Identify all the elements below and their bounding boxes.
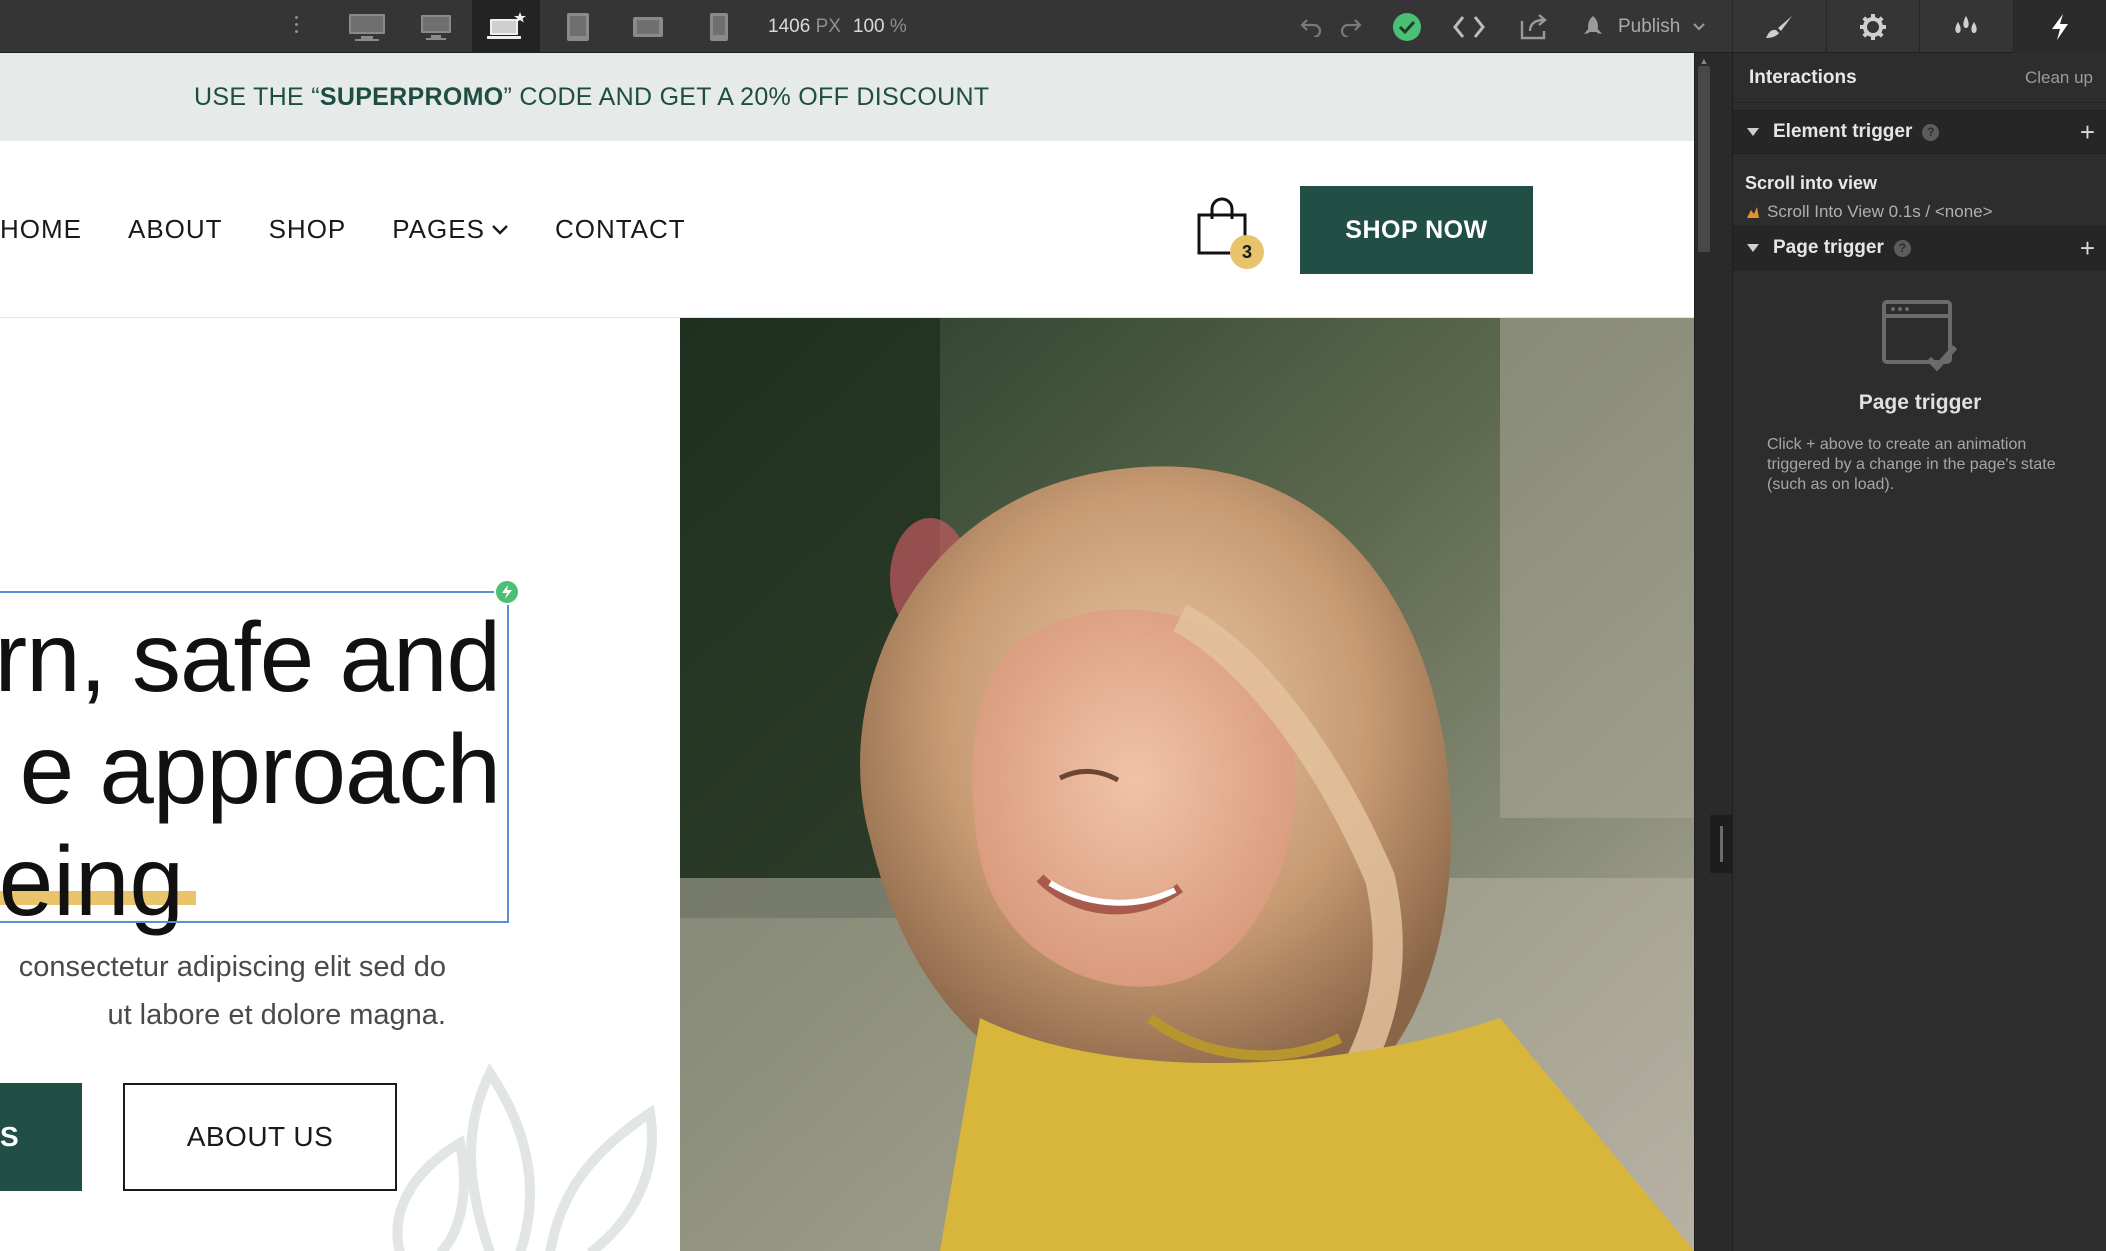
browser-check-icon bbox=[1882, 300, 1958, 372]
nav-link-pages[interactable]: PAGES bbox=[392, 214, 509, 245]
redo-icon bbox=[1340, 18, 1362, 37]
trigger-item-scroll-into-view[interactable]: Scroll into view Scroll Into View 0.1s /… bbox=[1733, 159, 2106, 227]
hero-paragraph: consectetur adipiscing elit sed do ut la… bbox=[18, 951, 446, 1031]
site-status-button[interactable] bbox=[1390, 0, 1424, 53]
laptop-star-icon bbox=[487, 11, 526, 39]
tablet-icon bbox=[567, 12, 589, 41]
scrollbar-thumb[interactable] bbox=[1698, 66, 1710, 252]
add-page-trigger-button[interactable]: + bbox=[2080, 235, 2095, 261]
interactions-panel: Interactions Clean up Element trigger ? … bbox=[1732, 53, 2106, 1251]
collapse-triangle-icon[interactable] bbox=[1747, 244, 1759, 252]
chevron-down-icon bbox=[1693, 22, 1706, 30]
hero-primary-button[interactable]: S bbox=[0, 1083, 82, 1191]
about-us-button[interactable]: ABOUT US bbox=[123, 1083, 397, 1191]
design-canvas[interactable]: USE THE “SUPERPROMO” CODE AND GET A 20% … bbox=[0, 53, 1694, 1251]
droplets-icon bbox=[1955, 15, 1977, 33]
breakpoint-base-button[interactable] bbox=[472, 0, 540, 53]
desktop-icon bbox=[421, 14, 451, 40]
redo-button[interactable] bbox=[1336, 0, 1366, 53]
selected-element-outline bbox=[0, 591, 509, 923]
breakpoint-tablet-button[interactable] bbox=[544, 0, 612, 53]
trigger-item-detail: Scroll Into View 0.1s / <none> bbox=[1767, 202, 1993, 221]
canvas-resize-handle[interactable] bbox=[1710, 815, 1732, 873]
hero-photo-illustration bbox=[680, 318, 1694, 1251]
element-trigger-label: Element trigger bbox=[1773, 121, 1913, 142]
cart-count-badge: 3 bbox=[1230, 235, 1264, 269]
tab-settings[interactable] bbox=[1825, 0, 1920, 53]
code-export-button[interactable] bbox=[1450, 0, 1488, 53]
page-trigger-label: Page trigger bbox=[1773, 237, 1884, 258]
cart-button[interactable]: 3 bbox=[1196, 197, 1270, 273]
breakpoint-mobile-landscape-button[interactable] bbox=[614, 0, 682, 53]
nav-link-about[interactable]: ABOUT bbox=[128, 214, 223, 245]
empty-state-description: Click + above to create an animation tri… bbox=[1767, 436, 2056, 493]
tab-style[interactable] bbox=[1732, 0, 1826, 53]
rocket-icon bbox=[1584, 15, 1602, 34]
nav-link-home[interactable]: HOME bbox=[0, 214, 82, 245]
scroll-up-arrow[interactable]: ▲ bbox=[1698, 56, 1710, 66]
promo-code: SUPERPROMO bbox=[319, 82, 504, 111]
publish-label: Publish bbox=[1618, 15, 1681, 37]
trigger-animation-icon bbox=[1747, 207, 1759, 218]
clean-up-button[interactable]: Clean up bbox=[2025, 68, 2093, 88]
empty-state-title: Page trigger bbox=[1858, 391, 1982, 414]
trigger-item-title: Scroll into view bbox=[1745, 173, 1878, 193]
code-brackets-icon bbox=[1453, 15, 1485, 38]
phone-portrait-icon bbox=[710, 12, 728, 41]
add-element-trigger-button[interactable]: + bbox=[2080, 119, 2095, 145]
nav-menu: HOME ABOUT SHOP PAGES CONTACT bbox=[0, 141, 686, 318]
undo-button[interactable] bbox=[1296, 0, 1326, 53]
more-options-icon[interactable] bbox=[288, 12, 304, 42]
lightning-icon bbox=[2051, 13, 2068, 40]
panel-tabs bbox=[1732, 0, 2106, 53]
breakpoint-mobile-portrait-button[interactable] bbox=[685, 0, 753, 53]
promo-text: USE THE “SUPERPROMO” CODE AND GET A 20% … bbox=[194, 82, 990, 111]
shop-now-button[interactable]: SHOP NOW bbox=[1300, 186, 1533, 274]
chevron-down-icon bbox=[492, 224, 508, 235]
canvas-zoom-value: 100 % bbox=[852, 15, 907, 37]
paintbrush-icon bbox=[1766, 15, 1793, 38]
leaf-decoration bbox=[392, 1063, 657, 1251]
interaction-badge[interactable] bbox=[494, 579, 520, 605]
canvas-width-value: 1406 PX bbox=[768, 15, 841, 37]
page-trigger-header[interactable]: Page trigger ? + bbox=[1733, 226, 2106, 270]
share-icon bbox=[1520, 13, 1547, 39]
page-trigger-empty-state: Page trigger Click + above to create an … bbox=[1733, 299, 2106, 495]
hero-image[interactable] bbox=[680, 318, 1694, 1251]
nav-link-contact[interactable]: CONTACT bbox=[555, 214, 686, 245]
check-circle-icon bbox=[1393, 12, 1421, 41]
undo-icon bbox=[1300, 18, 1322, 37]
panel-title: Interactions bbox=[1749, 66, 1857, 88]
panel-header: Interactions Clean up bbox=[1733, 53, 2106, 103]
lightning-icon bbox=[502, 585, 512, 599]
help-icon[interactable]: ? bbox=[1922, 123, 1940, 141]
tab-interactions[interactable] bbox=[2012, 0, 2106, 53]
breakpoint-desktop-xl-button[interactable] bbox=[333, 0, 401, 53]
canvas-size-readout[interactable]: 1406 PX 100 % bbox=[768, 0, 907, 53]
nav-link-shop[interactable]: SHOP bbox=[269, 214, 347, 245]
tab-style-manager[interactable] bbox=[1919, 0, 2013, 53]
phone-landscape-icon bbox=[633, 16, 663, 37]
desktop-large-icon bbox=[349, 13, 385, 41]
collapse-triangle-icon[interactable] bbox=[1747, 128, 1759, 136]
designer-toolbar: 1406 PX 100 % Publish bbox=[0, 0, 2106, 53]
breakpoint-desktop-large-button[interactable] bbox=[402, 0, 470, 53]
publish-button[interactable]: Publish bbox=[1580, 0, 1720, 53]
site-navbar: HOME ABOUT SHOP PAGES CONTACT 3 SHOP NOW bbox=[0, 141, 1694, 318]
element-trigger-header[interactable]: Element trigger ? + bbox=[1733, 110, 2106, 154]
gear-icon bbox=[1859, 13, 1886, 40]
promo-bar: USE THE “SUPERPROMO” CODE AND GET A 20% … bbox=[0, 53, 1694, 141]
share-button[interactable] bbox=[1516, 0, 1552, 53]
help-icon[interactable]: ? bbox=[1893, 239, 1911, 257]
